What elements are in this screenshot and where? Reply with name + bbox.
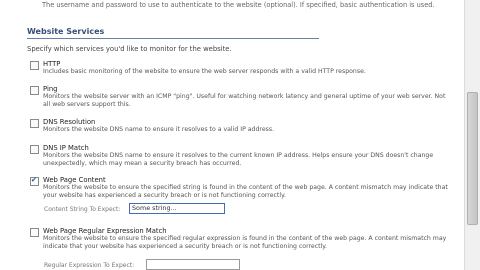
- service-description: Monitors the website server with an ICMP…: [43, 93, 446, 108]
- vertical-scrollbar[interactable]: [464, 0, 480, 270]
- http-checkbox[interactable]: [30, 61, 39, 70]
- web-page-regex-checkbox[interactable]: [30, 228, 39, 237]
- scrollbar-thumb[interactable]: [467, 92, 478, 225]
- section-title: Website Services: [27, 27, 105, 36]
- content-string-input[interactable]: Some string...: [129, 203, 225, 214]
- main-content: The username and password to use to auth…: [0, 0, 464, 270]
- service-name: DNS Resolution: [43, 118, 96, 126]
- service-description: Monitors the website DNS name to ensure …: [43, 126, 275, 133]
- dns-resolution-checkbox[interactable]: [30, 119, 39, 128]
- service-description: Monitors the website to ensure the speci…: [43, 184, 448, 199]
- regex-input[interactable]: [146, 259, 240, 270]
- service-description: Monitors the website DNS name to ensure …: [43, 152, 434, 167]
- service-name: HTTP: [43, 60, 61, 68]
- dns-ip-match-checkbox[interactable]: [30, 145, 39, 154]
- section-divider: [27, 38, 319, 39]
- authentication-help-text: The username and password to use to auth…: [42, 1, 435, 9]
- service-name: Web Page Regular Expression Match: [43, 227, 167, 235]
- ping-checkbox[interactable]: [30, 86, 39, 95]
- regex-label: Regular Expression To Expect:: [44, 262, 135, 269]
- service-description: Monitors the website to ensure the speci…: [43, 235, 447, 250]
- service-name: Web Page Content: [43, 176, 106, 184]
- content-string-label: Content String To Expect:: [44, 206, 121, 213]
- section-description: Specify which services you'd like to mon…: [27, 45, 232, 53]
- web-page-content-checkbox[interactable]: [30, 176, 39, 186]
- service-name: DNS IP Match: [43, 144, 89, 152]
- service-name: Ping: [43, 85, 58, 93]
- service-description: Includes basic monitoring of the website…: [43, 68, 366, 75]
